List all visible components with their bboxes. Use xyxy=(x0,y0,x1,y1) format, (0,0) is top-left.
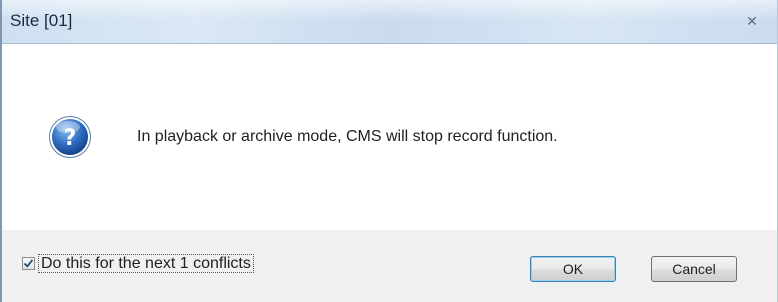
checkmark-icon xyxy=(23,259,34,268)
close-button[interactable]: ✕ xyxy=(739,10,765,32)
message-area: ? In playback or archive mode, CMS will … xyxy=(2,44,777,230)
window-title: Site [01] xyxy=(10,11,73,30)
ok-button[interactable]: OK xyxy=(530,256,616,282)
question-icon: ? xyxy=(49,116,91,158)
dialog-footer: Do this for the next 1 conflicts OK Canc… xyxy=(2,230,777,302)
dialog-window: Site [01] ✕ ? In playback or archive mod… xyxy=(0,0,778,302)
repeat-checkbox-label[interactable]: Do this for the next 1 conflicts xyxy=(38,254,254,273)
dialog-message: In playback or archive mode, CMS will st… xyxy=(137,128,558,145)
repeat-checkbox-group[interactable]: Do this for the next 1 conflicts xyxy=(22,254,254,273)
svg-text:?: ? xyxy=(64,126,77,151)
title-bar-shine xyxy=(2,0,777,20)
title-bar[interactable]: Site [01] ✕ xyxy=(2,0,777,44)
cancel-button[interactable]: Cancel xyxy=(651,256,737,282)
repeat-checkbox[interactable] xyxy=(22,257,35,270)
close-icon: ✕ xyxy=(746,12,758,29)
